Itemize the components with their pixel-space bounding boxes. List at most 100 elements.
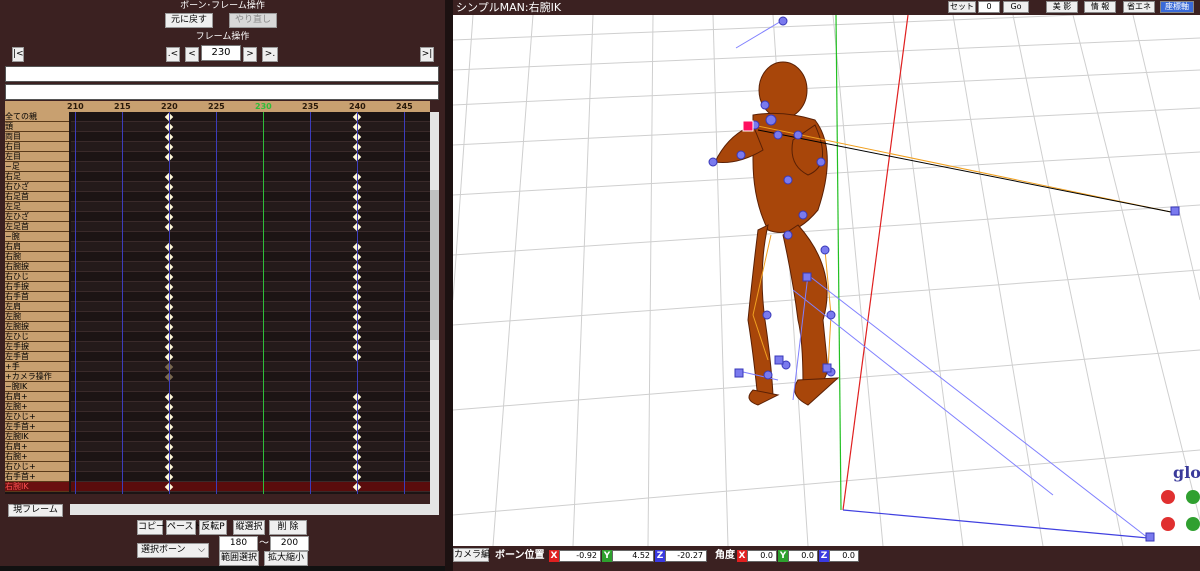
bone-row-label[interactable]: +カメラ操作 — [5, 372, 69, 382]
bone-row[interactable]: 左ひじ+ — [5, 412, 430, 422]
bone-row-track[interactable] — [71, 472, 430, 482]
prev-key-button[interactable]: .< — [166, 47, 180, 62]
bone-row-label[interactable]: 右肩 — [5, 242, 69, 252]
bone-row[interactable]: 左ひじ — [5, 332, 430, 342]
bone-row[interactable]: −腕 — [5, 232, 430, 242]
bone-row-label[interactable]: 右腕IK — [5, 482, 69, 492]
bone-row[interactable]: −足 — [5, 162, 430, 172]
bone-row-label[interactable]: 左足首 — [5, 222, 69, 232]
bone-row-label[interactable]: 左手首 — [5, 352, 69, 362]
bone-row-track[interactable] — [71, 422, 430, 432]
move-x-icon[interactable] — [1161, 517, 1175, 531]
bone-row[interactable]: 右ひざ — [5, 182, 430, 192]
bone-row[interactable]: 左腕 — [5, 312, 430, 322]
bone-row[interactable]: 左ひざ — [5, 212, 430, 222]
bone-row-label[interactable]: 右目 — [5, 142, 69, 152]
bone-row-label[interactable]: −腕IK — [5, 382, 69, 392]
scale-button[interactable]: 拡大縮小 — [264, 551, 308, 566]
bone-row-label[interactable]: 右ひじ — [5, 272, 69, 282]
bone-row-track[interactable] — [71, 372, 430, 382]
bone-row[interactable]: 右足首 — [5, 192, 430, 202]
bone-row[interactable]: 右ひじ — [5, 272, 430, 282]
bone-row-label[interactable]: 右肩+ — [5, 442, 69, 452]
next-key-button[interactable]: >. — [262, 47, 278, 62]
bone-row-track[interactable] — [71, 342, 430, 352]
bone-row[interactable]: 右手首 — [5, 292, 430, 302]
bone-row-label[interactable]: 全ての親 — [5, 112, 69, 122]
bone-row-label[interactable]: 左足 — [5, 202, 69, 212]
panel-divider[interactable] — [445, 0, 453, 571]
bone-row-label[interactable]: 右手捩 — [5, 282, 69, 292]
bone-row[interactable]: 左肩 — [5, 302, 430, 312]
bone-row[interactable]: 左足首 — [5, 222, 430, 232]
bone-row-track[interactable] — [71, 282, 430, 292]
3d-viewport[interactable]: glo — [453, 0, 1200, 571]
timeline-vscroll-thumb[interactable] — [430, 190, 439, 340]
rotate-y-icon[interactable] — [1186, 490, 1200, 504]
pos-z-input[interactable]: -20.27 — [665, 550, 707, 562]
bone-row[interactable]: 左腕+ — [5, 402, 430, 412]
bone-row-label[interactable]: 頭 — [5, 122, 69, 132]
bone-row-track[interactable] — [71, 162, 430, 172]
interpolation-field[interactable] — [5, 66, 439, 82]
bone-row-label[interactable]: 左手首+ — [5, 422, 69, 432]
bone-row[interactable]: 左腕捩 — [5, 322, 430, 332]
pos-y-input[interactable]: 4.52 — [612, 550, 654, 562]
range-select-button[interactable]: 範囲選択 — [219, 551, 259, 566]
camera-tab[interactable]: カメラ編 — [453, 548, 490, 562]
bone-row-label[interactable]: 左目 — [5, 152, 69, 162]
paste-button[interactable]: ペースト — [166, 520, 203, 535]
bone-row[interactable]: 右足 — [5, 172, 430, 182]
bone-row-track[interactable] — [71, 192, 430, 202]
copy-button[interactable]: コピー — [137, 520, 165, 535]
bone-row[interactable]: 右肩+ — [5, 442, 430, 452]
frame-field[interactable]: 0 — [978, 1, 1000, 13]
bone-row-label[interactable]: 右足首 — [5, 192, 69, 202]
rotate-x-icon[interactable] — [1161, 490, 1175, 504]
bone-row-track[interactable] — [71, 272, 430, 282]
bone-row-track[interactable] — [71, 212, 430, 222]
bone-row-track[interactable] — [71, 122, 430, 132]
bone-row-track[interactable] — [71, 262, 430, 272]
bone-row-label[interactable]: 右腕+ — [5, 452, 69, 462]
rot-z-input[interactable]: 0.0 — [829, 550, 859, 562]
bone-row[interactable]: 右腕IK — [5, 482, 430, 492]
bone-row[interactable]: +カメラ操作 — [5, 372, 430, 382]
reverse-paste-button[interactable]: 反転P — [199, 520, 227, 535]
bone-row-label[interactable]: 左腕 — [5, 312, 69, 322]
frame-ruler[interactable]: 210 215 220 225 230 235 240 245 — [5, 101, 430, 112]
bone-row[interactable]: 右腕 — [5, 252, 430, 262]
bone-row-label[interactable]: 右ひじ+ — [5, 462, 69, 472]
interpolation-field-2[interactable] — [5, 84, 439, 100]
bone-row[interactable]: 右肩 — [5, 242, 430, 252]
bone-row-label[interactable]: 左ひじ+ — [5, 412, 69, 422]
bone-row[interactable]: 右手捩 — [5, 282, 430, 292]
rot-x-input[interactable]: 0.0 — [747, 550, 777, 562]
bone-row-track[interactable] — [71, 462, 430, 472]
bone-row[interactable]: 右肩+ — [5, 392, 430, 402]
frame-number-input[interactable]: 230 — [201, 45, 241, 61]
bone-row[interactable]: −腕IK — [5, 382, 430, 392]
gizmo[interactable]: glo — [1161, 463, 1200, 531]
set-button[interactable]: セット — [948, 1, 976, 13]
bone-row-track[interactable] — [71, 352, 430, 362]
bone-row[interactable]: 頭 — [5, 122, 430, 132]
bone-row-label[interactable]: 右ひざ — [5, 182, 69, 192]
bisei-button[interactable]: 美 影 — [1046, 1, 1078, 13]
bone-row-track[interactable] — [71, 362, 430, 372]
bone-row[interactable]: +手 — [5, 362, 430, 372]
bone-row-track[interactable] — [71, 202, 430, 212]
bone-row-track[interactable] — [71, 182, 430, 192]
bone-row-label[interactable]: 右足 — [5, 172, 69, 182]
bone-row[interactable]: 全ての親 — [5, 112, 430, 122]
bone-row-label[interactable]: 左手捩 — [5, 342, 69, 352]
bone-row-track[interactable] — [71, 382, 430, 392]
bone-row-label[interactable]: 右手首 — [5, 292, 69, 302]
delete-button[interactable]: 削 除 — [269, 520, 307, 535]
bone-row[interactable]: 左手首+ — [5, 422, 430, 432]
bone-row-track[interactable] — [71, 292, 430, 302]
axis-button[interactable]: 座標軸 — [1160, 1, 1194, 13]
go-button[interactable]: Go — [1003, 1, 1029, 13]
bone-row-label[interactable]: 右肩+ — [5, 392, 69, 402]
bone-row-track[interactable] — [71, 412, 430, 422]
